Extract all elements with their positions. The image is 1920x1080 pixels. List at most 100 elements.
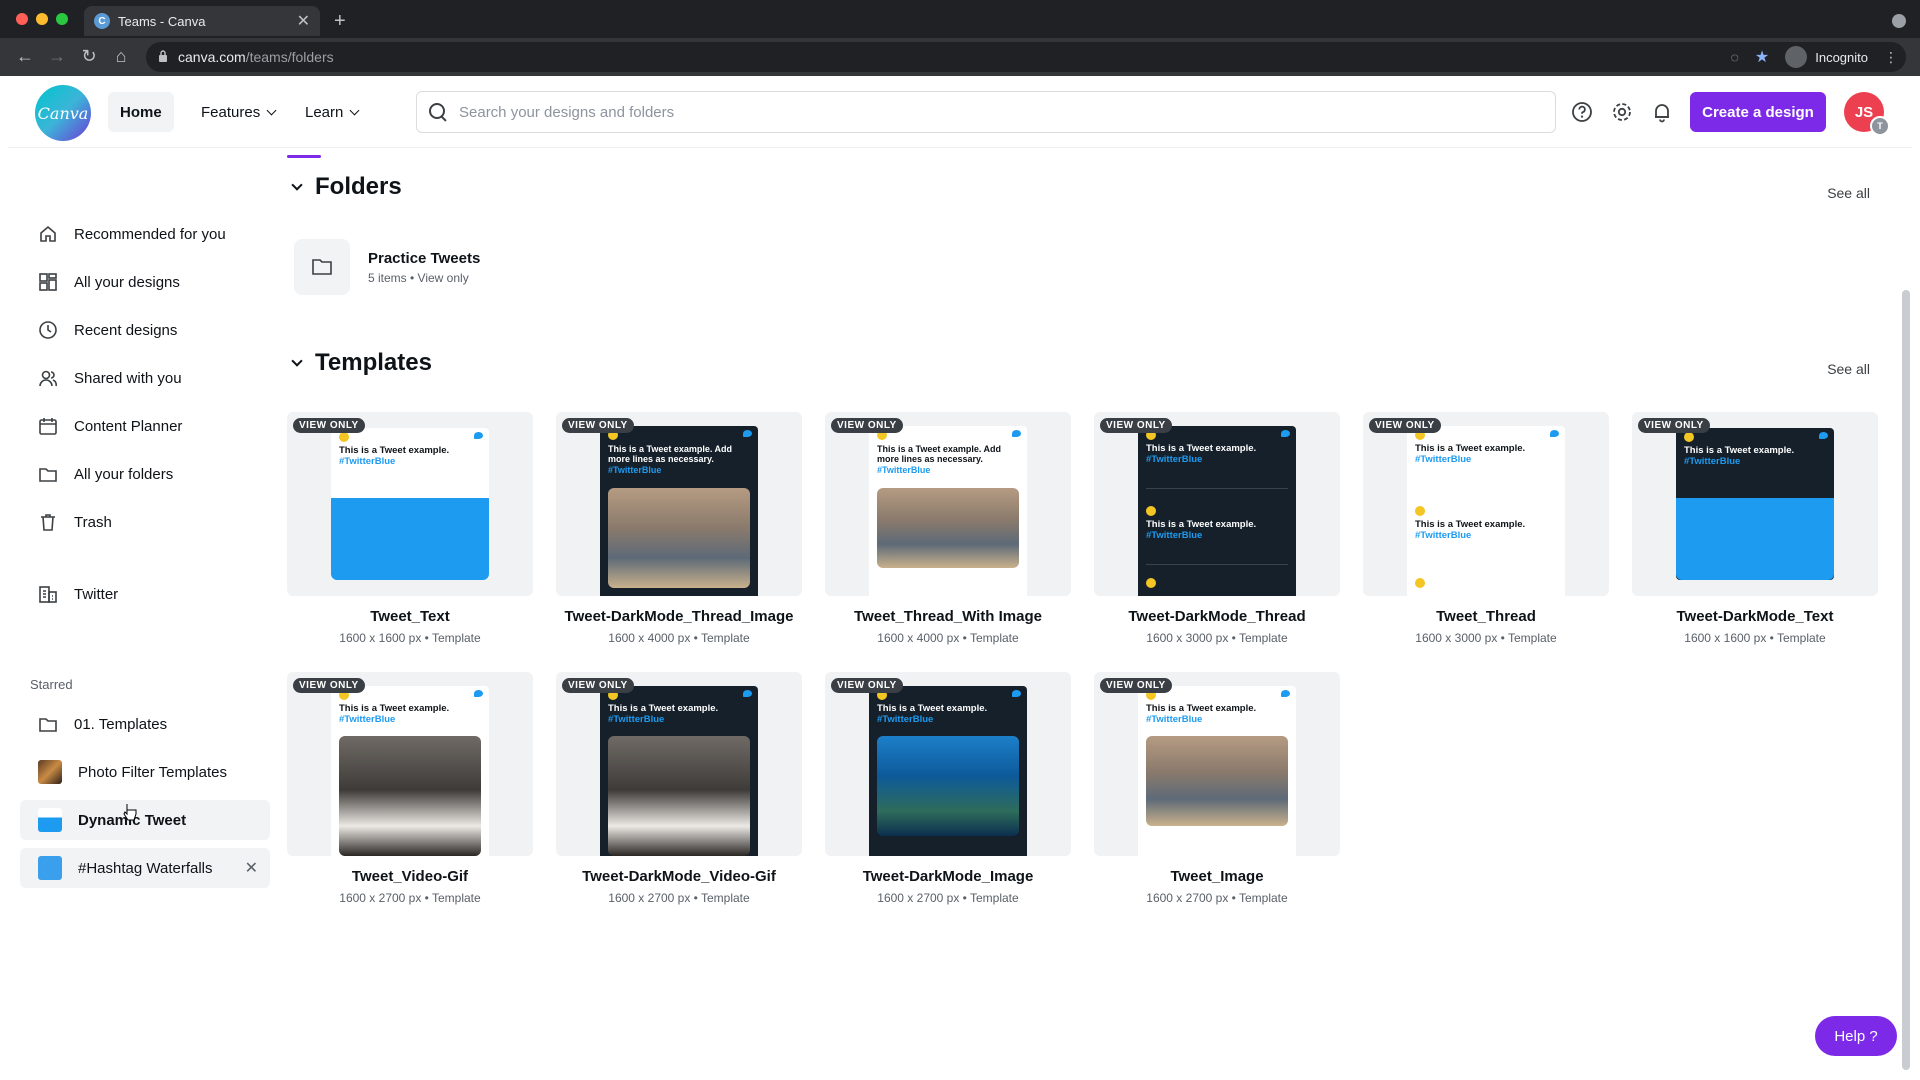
view-only-badge: VIEW ONLY [831, 678, 903, 693]
tweet-text: This is a Tweet example. #TwitterBlue [1415, 519, 1526, 541]
sidebar-item-label: Twitter [74, 585, 119, 603]
tweet-preview: This is a Tweet example. #TwitterBlue [331, 686, 489, 856]
view-only-badge: VIEW ONLY [1638, 418, 1710, 433]
help-button[interactable]: Help ? [1815, 1016, 1897, 1056]
tab-title: Teams - Canva [118, 13, 206, 29]
chevron-down-icon[interactable] [291, 178, 303, 191]
template-name: Tweet-DarkMode_Video-Gif [582, 868, 776, 885]
tweet-preview: This is a Tweet example. #TwitterBlue [600, 686, 758, 856]
template-thumbnail[interactable]: VIEW ONLY This is a Tweet example. #Twitt… [1094, 412, 1340, 596]
template-thumbnail[interactable]: VIEW ONLY This is a Tweet example. Add m… [825, 412, 1071, 596]
new-tab-icon[interactable]: + [334, 10, 346, 33]
search-bar[interactable] [416, 91, 1556, 133]
sidebar-item-label: Content Planner [74, 417, 183, 435]
scrollbar[interactable] [1902, 290, 1910, 1070]
bell-icon[interactable] [1650, 100, 1674, 124]
bookmark-star-icon[interactable]: ★ [1755, 47, 1769, 67]
sidebar-item-all-designs[interactable]: All your designs [20, 262, 270, 302]
canva-logo[interactable]: Canva [35, 85, 91, 141]
tweet-text: This is a Tweet example. #TwitterBlue [339, 445, 450, 467]
twitter-bird-icon [743, 430, 752, 437]
reload-icon[interactable]: ↻ [78, 46, 100, 67]
search-input[interactable] [459, 103, 1459, 121]
sidebar-item-all-folders[interactable]: All your folders [20, 454, 270, 494]
maximize-window-button[interactable] [56, 13, 68, 25]
people-icon [39, 370, 57, 387]
nav-home[interactable]: Home [108, 92, 174, 132]
template-card[interactable]: VIEW ONLY This is a Tweet example. #Twitt… [287, 672, 533, 905]
tweet-text: This is a Tweet example. #TwitterBlue [1684, 445, 1795, 467]
folders-see-all-link[interactable]: See all [1827, 185, 1870, 201]
eye-off-icon[interactable]: ◌ [1731, 49, 1739, 65]
nav-learn[interactable]: Learn [293, 92, 370, 132]
sidebar-starred-photo-filter[interactable]: Photo Filter Templates [20, 752, 270, 792]
template-card[interactable]: VIEW ONLY This is a Tweet example. #Twitt… [1094, 672, 1340, 905]
gear-icon[interactable] [1610, 100, 1634, 124]
template-thumbnail[interactable]: VIEW ONLY This is a Tweet example. #Twitt… [1363, 412, 1609, 596]
sidebar-item-trash[interactable]: Trash [20, 502, 270, 542]
sidebar-item-team-twitter[interactable]: Twitter [20, 574, 270, 614]
template-thumbnail[interactable]: VIEW ONLY This is a Tweet example. #Twitt… [287, 412, 533, 596]
template-thumbnail[interactable]: VIEW ONLY This is a Tweet example. #Twitt… [825, 672, 1071, 856]
chevron-down-icon[interactable] [291, 354, 303, 367]
view-only-badge: VIEW ONLY [562, 678, 634, 693]
close-window-button[interactable] [16, 13, 28, 25]
home-browser-icon[interactable]: ⌂ [110, 46, 132, 67]
template-card[interactable]: VIEW ONLY This is a Tweet example. #Twitt… [1094, 412, 1340, 645]
close-tab-icon[interactable]: ✕ [297, 11, 310, 31]
template-name: Tweet-DarkMode_Thread_Image [564, 608, 794, 625]
browser-tab[interactable]: C Teams - Canva ✕ [84, 6, 320, 36]
tweet-thumbnail-icon [38, 856, 62, 880]
template-card[interactable]: VIEW ONLY This is a Tweet example. #Twitt… [1363, 412, 1609, 645]
twitter-bird-icon [1281, 430, 1290, 437]
omnibox[interactable]: canva.com/teams/folders ◌ ★ Incognito ⋮ [146, 42, 1906, 72]
sidebar-item-content-planner[interactable]: Content Planner [20, 406, 270, 446]
template-card[interactable]: VIEW ONLY This is a Tweet example. #Twitt… [825, 672, 1071, 905]
folders-section-header[interactable]: Folders [291, 173, 402, 201]
browser-kebab-menu-icon[interactable]: ⋮ [1884, 49, 1898, 66]
templates-see-all-link[interactable]: See all [1827, 361, 1870, 377]
nav-features[interactable]: Features [189, 92, 287, 132]
sidebar-item-label: #Hashtag Waterfalls [78, 859, 213, 877]
template-meta: 1600 x 3000 px • Template [1415, 631, 1557, 645]
template-meta: 1600 x 4000 px • Template [608, 631, 750, 645]
chevron-down-icon [349, 105, 360, 115]
template-thumbnail[interactable]: VIEW ONLY This is a Tweet example. #Twitt… [1094, 672, 1340, 856]
create-design-button[interactable]: Create a design [1690, 92, 1826, 132]
templates-section-header[interactable]: Templates [291, 349, 432, 377]
sidebar-starred-templates[interactable]: 01. Templates [20, 704, 270, 744]
sidebar-item-shared[interactable]: Shared with you [20, 358, 270, 398]
tweet-preview: This is a Tweet example. #TwitterBlue [1138, 686, 1296, 856]
sidebar-starred-hashtag-waterfalls[interactable]: #Hashtag Waterfalls ✕ [20, 848, 270, 888]
template-card[interactable]: VIEW ONLY This is a Tweet example. #Twitt… [287, 412, 533, 645]
forward-icon[interactable]: → [46, 46, 68, 67]
avatar[interactable]: JS T [1844, 92, 1890, 136]
template-thumbnail[interactable]: VIEW ONLY This is a Tweet example. #Twitt… [287, 672, 533, 856]
browser-menu-circle-icon[interactable] [1892, 14, 1906, 28]
help-circle-icon[interactable] [1570, 100, 1594, 124]
view-only-badge: VIEW ONLY [1100, 418, 1172, 433]
minimize-window-button[interactable] [36, 13, 48, 25]
sidebar-item-label: Recent designs [74, 321, 178, 339]
sidebar-starred-dynamic-tweet[interactable]: Dynamic Tweet [20, 800, 270, 840]
tweet-preview: This is a Tweet example. #TwitterBlue [869, 686, 1027, 856]
twitter-bird-icon [474, 690, 483, 697]
template-card[interactable]: VIEW ONLY This is a Tweet example. Add m… [556, 412, 802, 645]
back-icon[interactable]: ← [14, 46, 36, 67]
template-card[interactable]: VIEW ONLY This is a Tweet example. Add m… [825, 412, 1071, 645]
template-thumbnail[interactable]: VIEW ONLY This is a Tweet example. Add m… [556, 412, 802, 596]
template-meta: 1600 x 3000 px • Template [1146, 631, 1288, 645]
sidebar-item-recommended[interactable]: Recommended for you [20, 214, 270, 254]
template-card[interactable]: VIEW ONLY This is a Tweet example. #Twitt… [1632, 412, 1878, 645]
template-thumbnail[interactable]: VIEW ONLY This is a Tweet example. #Twitt… [556, 672, 802, 856]
tweet-photo [608, 736, 750, 856]
template-thumbnail[interactable]: VIEW ONLY This is a Tweet example. #Twitt… [1632, 412, 1878, 596]
tweet-preview: This is a Tweet example. Add more lines … [869, 426, 1027, 596]
incognito-indicator[interactable]: Incognito [1785, 46, 1868, 68]
twitter-bird-icon [1819, 432, 1828, 439]
template-card[interactable]: VIEW ONLY This is a Tweet example. #Twitt… [556, 672, 802, 905]
folder-practice-tweets[interactable]: Practice Tweets 5 items • View only [294, 239, 480, 295]
remove-star-close-icon[interactable]: ✕ [245, 858, 258, 878]
sidebar-item-recent[interactable]: Recent designs [20, 310, 270, 350]
folder-name: Practice Tweets [368, 249, 481, 267]
